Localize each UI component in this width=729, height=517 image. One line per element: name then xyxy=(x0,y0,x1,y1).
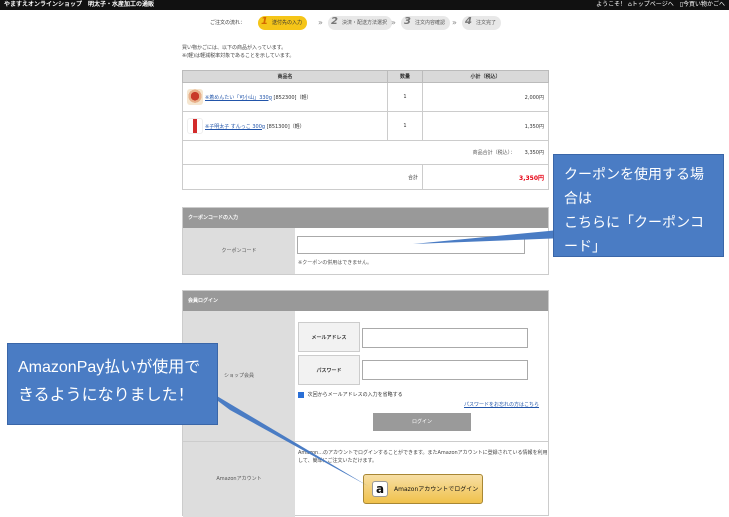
col-subtotal: 小計（税込） xyxy=(422,70,549,83)
step-4: 4 注文完了 xyxy=(462,16,502,30)
coupon-callout-line-1: クーポンを使用する場合は xyxy=(564,166,704,206)
cart-table: 商品名 数量 小計（税込） ※着めんたい「可小山」330g [852300]（軽… xyxy=(182,70,549,190)
remember-email-checkbox[interactable]: 次回からメールアドレスの入力を省略する xyxy=(298,391,403,398)
mentaiko-pack-thumb[interactable] xyxy=(187,118,203,134)
product-code: [852300]（軽） xyxy=(273,94,312,101)
step-1: 1 送付先の入力 xyxy=(258,16,308,30)
cart-notice: 買い物かごには、以下の商品が入っています。 ※(軽)は軽減税率対象であることを示… xyxy=(182,44,294,60)
grand-total-value: 3,350円 xyxy=(422,164,549,190)
step-2: 2 決済・配送方法選択 xyxy=(328,16,393,30)
notice-line-2: ※(軽)は軽減税率対象であることを示しています。 xyxy=(182,53,295,59)
coupon-callout: クーポンを使用する場合は こちらに「クーポンコード」 を入力してください xyxy=(553,154,724,278)
grand-total-row: 合計 3,350円 xyxy=(182,164,549,190)
product-link[interactable]: ※子明太子 すんっこ 300g xyxy=(205,124,265,130)
coupon-callout-line-3: を入力してください xyxy=(564,262,690,278)
header-links[interactable]: ようこそ！ ⌂トップページへ ▯今買い物かごへ xyxy=(596,0,725,10)
product-cell: ※着めんたい「可小山」330g [852300]（軽） xyxy=(182,82,388,112)
step-1-number: 1 xyxy=(261,16,268,27)
table-row: ※着めんたい「可小山」330g [852300]（軽） 1 2,000円 xyxy=(182,82,549,112)
remember-email-label: 次回からメールアドレスの入力を省略する xyxy=(307,392,403,398)
amazon-callout-line-2: きるようになりました！ xyxy=(18,387,194,404)
product-total-value: 3,350円 xyxy=(524,150,544,156)
forgot-password-link[interactable]: パスワードをお忘れの方はこちら xyxy=(464,401,539,408)
coupon-code-input[interactable] xyxy=(297,236,525,254)
amazon-login-button[interactable]: a Amazonアカウントでログイン xyxy=(363,474,483,504)
product-subtotal: 1,350円 xyxy=(422,111,549,141)
step-1-label: 送付先の入力 xyxy=(272,20,303,26)
email-field[interactable] xyxy=(362,328,528,348)
step-3-label: 注文内容確認 xyxy=(415,20,446,26)
step-arrow-icon: » xyxy=(318,18,323,27)
coupon-callout-line-2: こちらに「クーポンコード」 xyxy=(564,214,704,254)
product-link[interactable]: ※着めんたい「可小山」330g xyxy=(205,95,272,101)
product-total-label: 商品合計（税込）： xyxy=(472,150,516,156)
step-4-label: 注文完了 xyxy=(476,20,497,26)
step-2-label: 決済・配送方法選択 xyxy=(342,20,388,26)
product-subtotal: 2,000円 xyxy=(422,82,549,112)
product-total-row: 商品合計（税込）： 3,350円 xyxy=(182,140,549,165)
col-product-name: 商品名 xyxy=(182,70,388,83)
coupon-heading: クーポンコードの入力 xyxy=(183,208,548,228)
login-button[interactable]: ログイン xyxy=(373,413,471,431)
cart-header-row: 商品名 数量 小計（税込） xyxy=(182,70,549,83)
notice-line-1: 買い物かごには、以下の商品が入っています。 xyxy=(182,45,287,51)
amazon-login-label: Amazonアカウントでログイン xyxy=(394,486,479,493)
product-qty: 1 xyxy=(387,111,423,141)
checkbox-icon[interactable] xyxy=(298,391,304,398)
amazon-callout: AmazonPay払いが使用で きるようになりました！ xyxy=(7,343,218,425)
product-code: [851300]（軽） xyxy=(266,123,305,130)
step-4-number: 4 xyxy=(465,16,472,27)
step-3-number: 3 xyxy=(404,16,411,27)
login-heading: 会員ログイン xyxy=(183,291,548,311)
shop-name[interactable]: やますえオンラインショップ 明太子・水産加工の通販 xyxy=(4,0,154,10)
coupon-note: ※クーポンの併用はできません。 xyxy=(298,260,373,266)
mentaiko-thumb[interactable] xyxy=(187,89,203,105)
amazon-description: Amazon...のアカウントでログインすることができます。またAmazonアカ… xyxy=(298,450,548,464)
step-arrow-icon: » xyxy=(391,18,396,27)
row-divider xyxy=(183,441,548,442)
step-3: 3 注文内容確認 xyxy=(401,16,451,30)
product-cell: ※子明太子 すんっこ 300g [851300]（軽） xyxy=(182,111,388,141)
coupon-row-label: クーポンコード xyxy=(183,228,295,274)
email-label: メールアドレス xyxy=(298,322,360,352)
amazon-callout-line-1: AmazonPay払いが使用で xyxy=(18,359,201,376)
col-quantity: 数量 xyxy=(387,70,423,83)
password-label: パスワード xyxy=(298,355,360,385)
amazon-account-label: Amazonアカウント xyxy=(183,442,295,517)
top-bar: やますえオンラインショップ 明太子・水産加工の通販 ようこそ！ ⌂トップページへ… xyxy=(0,0,729,10)
product-qty: 1 xyxy=(387,82,423,112)
step-arrow-icon: » xyxy=(452,18,457,27)
step-2-number: 2 xyxy=(331,16,338,27)
password-field[interactable] xyxy=(362,360,528,380)
grand-total-label: 合計 xyxy=(182,164,423,190)
steps-flow-label: ご注文の流れ： xyxy=(210,20,246,26)
amazon-logo-icon: a xyxy=(372,481,388,497)
table-row: ※子明太子 すんっこ 300g [851300]（軽） 1 1,350円 xyxy=(182,111,549,141)
